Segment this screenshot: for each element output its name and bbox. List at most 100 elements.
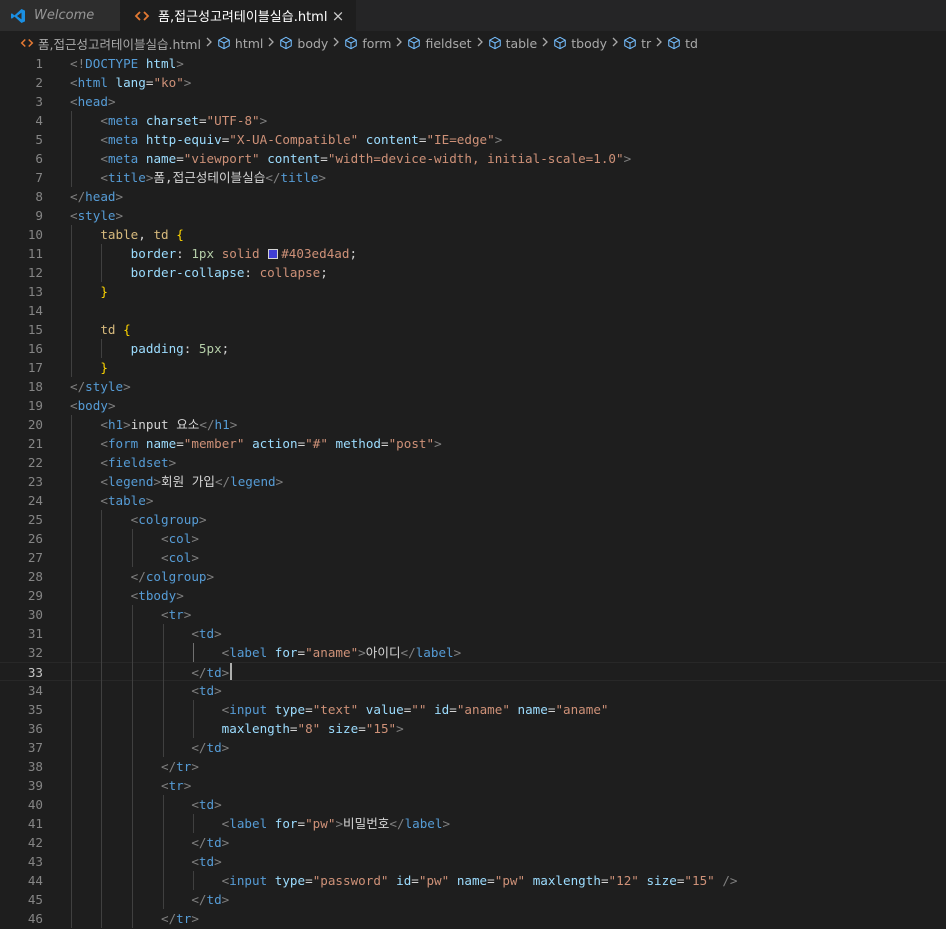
line-number: 29	[27, 588, 43, 603]
line-number: 21	[27, 436, 43, 451]
code-line[interactable]: 14	[0, 301, 946, 320]
breadcrumb-item-fieldset[interactable]: fieldset	[407, 36, 472, 51]
code-line[interactable]: 10 table, td {	[0, 225, 946, 244]
breadcrumb-item-form[interactable]: form	[344, 36, 391, 51]
code-line[interactable]: 28 </colgroup>	[0, 567, 946, 586]
indent-guide	[101, 244, 102, 282]
code-line[interactable]: 29 <tbody>	[0, 586, 946, 605]
code-line[interactable]: 41 <label for="pw">비밀번호</label>	[0, 814, 946, 833]
breadcrumb-item-td[interactable]: td	[667, 36, 698, 51]
code-line[interactable]: 17 }	[0, 358, 946, 377]
token: head	[85, 189, 116, 204]
token: <	[100, 455, 108, 470]
code-line[interactable]: 39 <tr>	[0, 776, 946, 795]
code-line[interactable]: 25 <colgroup>	[0, 510, 946, 529]
token: td	[206, 835, 222, 850]
token: "12"	[608, 873, 639, 888]
line-number: 3	[35, 94, 43, 109]
code-text: <table>	[70, 491, 153, 510]
breadcrumb-item-html[interactable]: html	[217, 36, 263, 51]
code-line[interactable]: 33 </td>	[0, 662, 946, 681]
token: <	[100, 132, 108, 147]
code-line[interactable]: 36 maxlength="8" size="15">	[0, 719, 946, 738]
element-icon	[407, 36, 421, 50]
token: http-equiv	[145, 132, 222, 147]
code-line[interactable]: 34 <td>	[0, 681, 946, 700]
token: =	[305, 873, 313, 888]
code-line[interactable]: 13 }	[0, 282, 946, 301]
token: "ko"	[153, 75, 184, 90]
code-line[interactable]: 11 border: 1px solid #403ed4ad;	[0, 244, 946, 263]
breadcrumb-item-tr[interactable]: tr	[623, 36, 651, 51]
code-line[interactable]: 31 <td>	[0, 624, 946, 643]
code-text: maxlength="8" size="15">	[70, 719, 404, 738]
token: <	[100, 151, 108, 166]
code-line[interactable]: 38 </tr>	[0, 757, 946, 776]
breadcrumb-item-tbody[interactable]: tbody	[553, 36, 607, 51]
code-line[interactable]: 1 <!DOCTYPE html>	[0, 54, 946, 73]
code-line[interactable]: 6 <meta name="viewport" content="width=d…	[0, 149, 946, 168]
code-line[interactable]: 7 <title>폼,접근성테이블실습</title>	[0, 168, 946, 187]
line-number: 14	[27, 303, 43, 318]
code-line[interactable]: 3 <head>	[0, 92, 946, 111]
code-text: <html lang="ko">	[70, 73, 191, 92]
code-text: <label for="aname">아이디</label>	[70, 643, 462, 662]
indent-guide	[193, 700, 194, 738]
code-line[interactable]: 30 <tr>	[0, 605, 946, 624]
code-line[interactable]: 9 <style>	[0, 206, 946, 225]
chevron-right-icon	[395, 36, 403, 50]
code-line[interactable]: 37 </td>	[0, 738, 946, 757]
code-line[interactable]: 40 <td>	[0, 795, 946, 814]
line-number: 1	[35, 56, 43, 71]
code-line[interactable]: 2 <html lang="ko">	[0, 73, 946, 92]
line-number: 23	[27, 474, 43, 489]
code-line[interactable]: 24 <table>	[0, 491, 946, 510]
token: ;	[349, 246, 358, 261]
token: size	[646, 873, 677, 888]
code-editor[interactable]: 1 <!DOCTYPE html> 2 <html lang="ko"> 3 <head>…	[0, 53, 946, 929]
line-number: 11	[27, 246, 43, 261]
code-line[interactable]: 21 <form name="member" action="#" method…	[0, 434, 946, 453]
code-line[interactable]: 18 </style>	[0, 377, 946, 396]
code-line[interactable]: 35 <input type="text" value="" id="aname…	[0, 700, 946, 719]
line-number: 28	[27, 569, 43, 584]
tab-welcome[interactable]: Welcome	[0, 0, 120, 31]
token: input 요소	[130, 417, 200, 432]
code-line[interactable]: 12 border-collapse: collapse;	[0, 263, 946, 282]
code-line[interactable]: 5 <meta http-equiv="X-UA-Compatible" con…	[0, 130, 946, 149]
token: <	[70, 398, 78, 413]
code-line[interactable]: 43 <td>	[0, 852, 946, 871]
code-text: <label for="pw">비밀번호</label>	[70, 814, 450, 833]
code-line[interactable]: 23 <legend>회원 가입</legend>	[0, 472, 946, 491]
chevron-right-icon	[476, 36, 484, 50]
breadcrumb-item-html[interactable]: 폼,접근성고려테이블실습.html	[20, 34, 201, 53]
code-line[interactable]: 32 <label for="aname">아이디</label>	[0, 643, 946, 662]
code-line[interactable]: 22 <fieldset>	[0, 453, 946, 472]
token: td	[198, 854, 215, 869]
code-line[interactable]: 4 <meta charset="UTF-8">	[0, 111, 946, 130]
code-line[interactable]: 16 padding: 5px;	[0, 339, 946, 358]
code-line[interactable]: 26 <col>	[0, 529, 946, 548]
code-line[interactable]: 19 <body>	[0, 396, 946, 415]
code-line[interactable]: 44 <input type="password" id="pw" name="…	[0, 871, 946, 890]
breadcrumb-item-body[interactable]: body	[279, 36, 328, 51]
breadcrumb-item-table[interactable]: table	[488, 36, 537, 51]
code-line[interactable]: 27 <col>	[0, 548, 946, 567]
token: 1px	[191, 246, 215, 261]
code-line[interactable]: 8 </head>	[0, 187, 946, 206]
token: "pw"	[305, 816, 336, 831]
code-line[interactable]: 20 <h1>input 요소</h1>	[0, 415, 946, 434]
token: <	[161, 550, 169, 565]
code-line[interactable]: 15 td {	[0, 320, 946, 339]
code-line[interactable]: 46 </tr>	[0, 909, 946, 928]
tab-active-file[interactable]: 폼,접근성고려테이블실습.html ×	[120, 0, 356, 31]
token: <	[161, 607, 169, 622]
code-line[interactable]: 45 </td>	[0, 890, 946, 909]
token: "UTF-8"	[206, 113, 260, 128]
code-line[interactable]: 42 </td>	[0, 833, 946, 852]
close-icon[interactable]: ×	[330, 7, 346, 25]
token: tr	[168, 778, 184, 793]
color-swatch[interactable]	[268, 249, 279, 259]
